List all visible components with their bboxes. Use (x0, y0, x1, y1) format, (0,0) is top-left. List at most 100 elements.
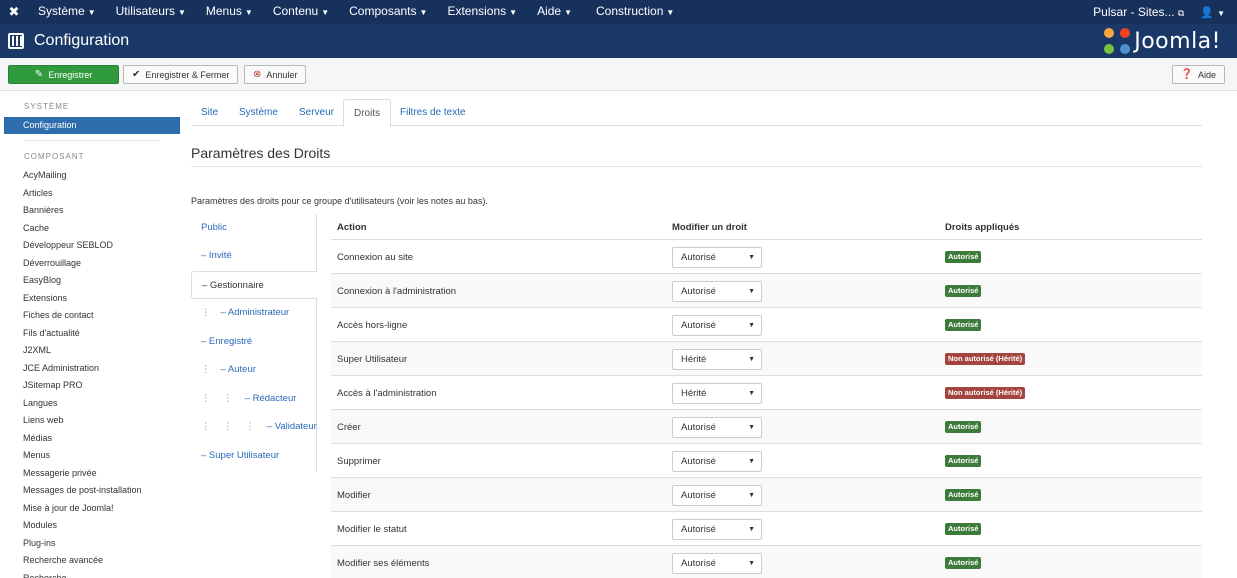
status-badge: Autorisé (945, 489, 982, 501)
sidebar-item[interactable]: Messagerie privée (23, 465, 142, 483)
group-administrateur[interactable]: ⋮ – Administrateur (191, 299, 317, 327)
help-button[interactable]: ❓ Aide (1171, 65, 1225, 84)
table-row: Modifier Autorisé ▼ Autorisé (331, 478, 1202, 512)
caret-down-icon: ▼ (87, 8, 96, 17)
tab-droits[interactable]: Droits (343, 99, 392, 127)
select-value: Autorisé (681, 286, 716, 297)
sidebar-item[interactable]: Médias (23, 430, 142, 448)
group-label: – Administrateur (220, 307, 290, 318)
group-auteur[interactable]: ⋮ – Auteur (191, 356, 317, 384)
header-modify: Modifier un droit (672, 222, 747, 233)
status-badge: Autorisé (945, 319, 982, 331)
sidebar-item[interactable]: Fils d'actualité (23, 325, 142, 343)
action-label: Accès hors-ligne (337, 320, 408, 331)
sidebar-item[interactable]: Recherche (23, 570, 142, 578)
sidebar-item[interactable]: Développeur SEBLOD (23, 237, 142, 255)
menu-construction[interactable]: Construction ▼ (586, 0, 684, 25)
group-gestionnaire[interactable]: – Gestionnaire (191, 271, 318, 299)
cancel-button[interactable]: ⊗ Annuler (244, 65, 307, 84)
permission-select[interactable]: Autorisé ▼ (672, 553, 762, 574)
sidebar-item[interactable]: J2XML (23, 342, 142, 360)
menu-label: Système (38, 4, 85, 18)
sidebar-item[interactable]: Cache (23, 220, 142, 238)
menu-aide[interactable]: Aide ▼ (527, 0, 582, 25)
group-label: – Invité (201, 250, 232, 261)
tab-serveur[interactable]: Serveur (289, 99, 344, 126)
menu-extensions[interactable]: Extensions ▼ (437, 0, 527, 25)
sidebar-item-configuration[interactable]: Configuration (4, 117, 180, 134)
sidebar-item[interactable]: Menus (23, 447, 142, 465)
sidebar-item[interactable]: Messages de post-installation (23, 482, 142, 500)
save-button[interactable]: ✎ Enregistrer (8, 65, 119, 84)
status-badge: Autorisé (945, 523, 982, 535)
joomla-menu-icon[interactable]: ✖ (0, 0, 28, 24)
menu-label: Construction (596, 4, 664, 18)
permission-select[interactable]: Autorisé ▼ (672, 485, 762, 506)
sidebar-item[interactable]: Extensions (23, 290, 142, 308)
group-label: – Gestionnaire (202, 280, 264, 291)
header-applied: Droits appliqués (945, 222, 1020, 233)
sidebar-item[interactable]: Langues (23, 395, 142, 413)
sidebar-item[interactable]: Plug-ins (23, 535, 142, 553)
user-menu[interactable]: 👤 ▼ (1194, 6, 1237, 19)
sidebar-item[interactable]: Recherche avancée (23, 552, 142, 570)
sidebar-item[interactable]: Fiches de contact (23, 307, 142, 325)
menu-contenu[interactable]: Contenu ▼ (263, 0, 339, 25)
action-label: Modifier le statut (337, 524, 407, 535)
sidebar-item[interactable]: Modules (23, 517, 142, 535)
group-validateur[interactable]: ⋮ ⋮ ⋮ – Validateur (191, 413, 317, 441)
config-tabs: Site Système Serveur Droits Filtres de t… (191, 99, 1202, 127)
table-row: Connexion à l'administration Autorisé ▼ Aut… (331, 274, 1202, 308)
menu-systeme[interactable]: Système ▼ (28, 0, 106, 25)
action-label: Supprimer (337, 456, 381, 467)
menu-menus[interactable]: Menus ▼ (196, 0, 263, 25)
select-value: Autorisé (681, 252, 716, 263)
sidebar: SYSTÈME Configuration COMPOSANT AcyMaili… (0, 91, 184, 578)
sidebar-item[interactable]: JSitemap PRO (23, 377, 142, 395)
permission-select[interactable]: Autorisé ▼ (672, 451, 762, 472)
permission-select[interactable]: Autorisé ▼ (672, 519, 762, 540)
permission-select[interactable]: Autorisé ▼ (672, 315, 762, 336)
tab-site[interactable]: Site (191, 99, 228, 126)
select-value: Autorisé (681, 422, 716, 433)
sidebar-item[interactable]: Bannières (23, 202, 142, 220)
group-invite[interactable]: – Invité (191, 242, 317, 270)
external-link-icon: ⧉ (1177, 8, 1185, 18)
sidebar-item[interactable]: JCE Administration (23, 360, 142, 378)
sidebar-item[interactable]: Articles (23, 185, 142, 203)
help-label: Aide (1197, 69, 1216, 80)
sidebar-item[interactable]: Déverrouillage (23, 255, 142, 273)
permission-select[interactable]: Hérité ▼ (672, 383, 762, 404)
menu-utilisateurs[interactable]: Utilisateurs ▼ (106, 0, 196, 25)
tree-dots: ⋮ (201, 307, 211, 318)
save-close-button[interactable]: ✔ Enregistrer & Fermer (123, 65, 239, 84)
user-icon: 👤 (1200, 6, 1215, 19)
table-row: Connexion au site Autorisé ▼ Autorisé (331, 240, 1202, 274)
edit-icon: ✎ (34, 69, 44, 80)
tab-filtres-texte[interactable]: Filtres de texte (390, 99, 476, 126)
permission-select[interactable]: Hérité ▼ (672, 349, 762, 370)
tab-systeme[interactable]: Système (229, 99, 288, 126)
menu-label: Menus (205, 4, 242, 18)
sidebar-item[interactable]: Mise à jour de Joomla! (23, 500, 142, 518)
menu-composants[interactable]: Composants ▼ (339, 0, 437, 25)
question-icon: ❓ (1180, 69, 1193, 80)
site-link[interactable]: Pulsar - Sites... ⧉ (1083, 5, 1194, 19)
group-enregistre[interactable]: – Enregistré (191, 328, 317, 356)
group-public[interactable]: Public (191, 214, 317, 242)
permission-select[interactable]: Autorisé ▼ (672, 247, 762, 268)
menu-label: Extensions (447, 4, 507, 18)
group-super-utilisateur[interactable]: – Super Utilisateur (191, 442, 317, 470)
permission-select[interactable]: Autorisé ▼ (672, 417, 762, 438)
sidebar-item[interactable]: EasyBlog (23, 272, 142, 290)
action-label: Modifier (337, 490, 371, 501)
group-redacteur[interactable]: ⋮ ⋮ – Rédacteur (191, 385, 317, 413)
table-row: Super Utilisateur Hérité ▼ Non autorisé (Hé… (331, 342, 1202, 376)
sidebar-item[interactable]: AcyMailing (23, 167, 142, 185)
table-row: Créer Autorisé ▼ Autorisé (331, 410, 1202, 444)
permission-select[interactable]: Autorisé ▼ (672, 281, 762, 302)
group-label: – Validateur (266, 421, 317, 432)
chevron-down-icon: ▼ (748, 458, 755, 465)
sidebar-item[interactable]: Liens web (23, 412, 142, 430)
status-badge: Non autorisé (Hérité) (945, 353, 1026, 365)
